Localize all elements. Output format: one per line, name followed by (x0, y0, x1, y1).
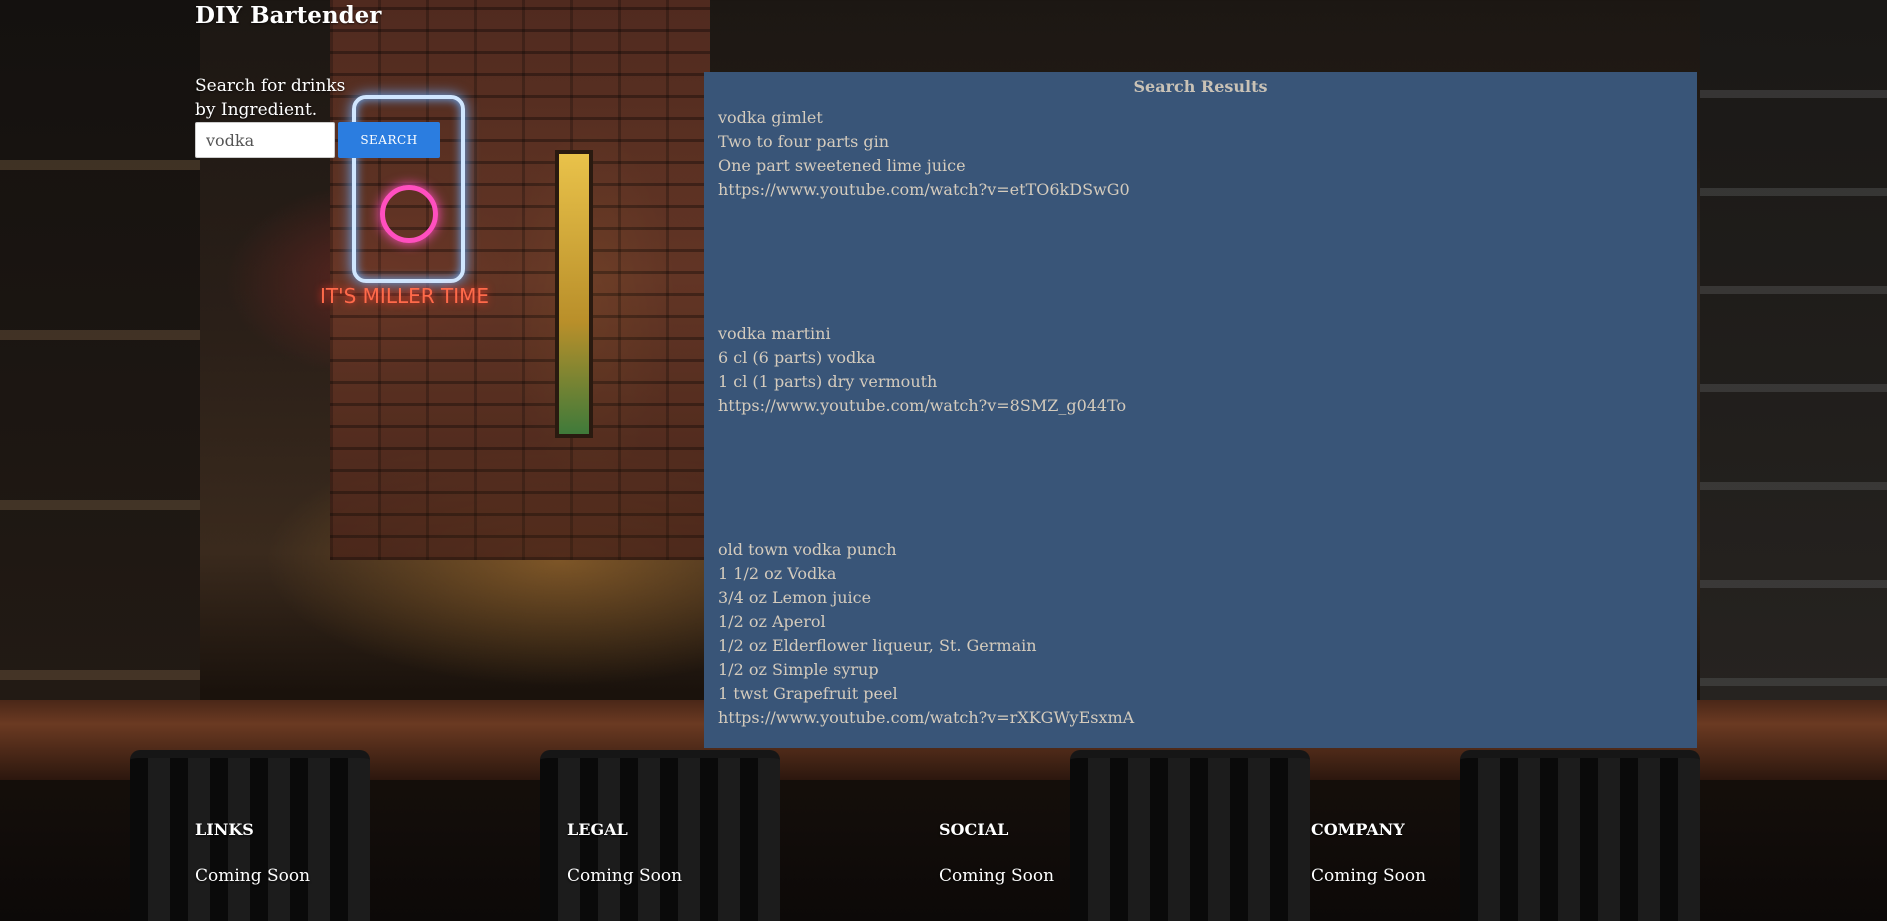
search-results-panel: Search Results vodka gimlet Two to four … (704, 72, 1697, 748)
drink-ingredient: 1 cl (1 parts) dry vermouth (718, 372, 938, 391)
footer-text: Coming Soon (195, 866, 311, 886)
drink-ingredient: 6 cl (6 parts) vodka (718, 348, 876, 367)
search-results-heading: Search Results (1133, 77, 1268, 96)
background-shelf-left (0, 0, 200, 700)
footer-title: LINKS (195, 820, 254, 839)
background-neon-text: IT'S MILLER TIME (320, 284, 490, 308)
footer-column-company: COMPANY Coming Soon (1311, 818, 1611, 888)
drink-video-link[interactable]: https://www.youtube.com/watch?v=rXKGWyEs… (718, 706, 1683, 730)
drink-ingredient: Two to four parts gin (718, 132, 890, 151)
drink-ingredient: 1/2 oz Elderflower liqueur, St. Germain (718, 636, 1037, 655)
drink-result: vodka gimlet Two to four parts gin One p… (718, 106, 1683, 202)
drink-name: vodka gimlet (718, 108, 823, 127)
drink-result: vodka martini 6 cl (6 parts) vodka 1 cl … (718, 322, 1683, 418)
drink-ingredient: 1/2 oz Simple syrup (718, 660, 879, 679)
background-neon-ring (380, 185, 438, 243)
search-input[interactable] (195, 122, 335, 158)
drink-video-link[interactable]: https://www.youtube.com/watch?v=etTO6kDS… (718, 178, 1683, 202)
drink-result: old town vodka punch 1 1/2 oz Vodka 3/4 … (718, 538, 1683, 730)
footer-text: Coming Soon (567, 866, 683, 886)
footer-title: SOCIAL (939, 820, 1009, 839)
site-title: DIY Bartender (195, 2, 382, 29)
drink-ingredient: 1 1/2 oz Vodka (718, 564, 837, 583)
footer-text: Coming Soon (939, 866, 1055, 886)
drink-ingredient: 1 twst Grapefruit peel (718, 684, 898, 703)
search-button[interactable]: SEARCH (338, 122, 440, 158)
drink-ingredient: 1/2 oz Aperol (718, 612, 826, 631)
footer-column-legal: LEGAL Coming Soon (567, 818, 867, 888)
search-label: Search for drinks by Ingredient. (195, 76, 346, 120)
drink-name: vodka martini (718, 324, 831, 343)
background-shelf-right (1700, 0, 1887, 700)
footer-title: LEGAL (567, 820, 628, 839)
drink-ingredient: 3/4 oz Lemon juice (718, 588, 872, 607)
footer-title: COMPANY (1311, 820, 1405, 839)
background-stained-glass (555, 150, 593, 438)
footer-text: Coming Soon (1311, 866, 1427, 886)
drink-ingredient: One part sweetened lime juice (718, 156, 966, 175)
drink-name: old town vodka punch (718, 540, 897, 559)
footer-column-links: LINKS Coming Soon (195, 818, 495, 888)
drink-video-link[interactable]: https://www.youtube.com/watch?v=8SMZ_g04… (718, 394, 1683, 418)
footer-column-social: SOCIAL Coming Soon (939, 818, 1239, 888)
